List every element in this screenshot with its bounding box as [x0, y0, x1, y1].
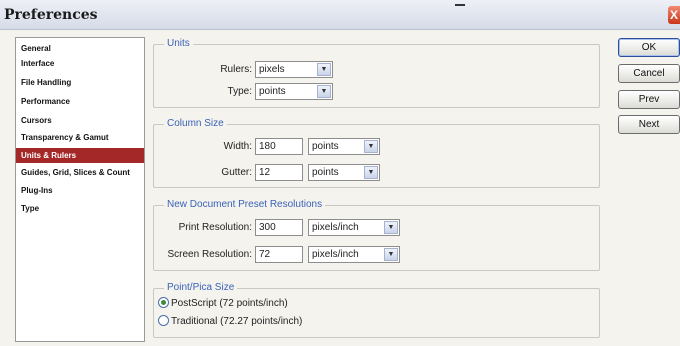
- close-button[interactable]: X: [668, 6, 680, 24]
- type-label: Type:: [227, 86, 252, 97]
- print-resolution-unit-select[interactable]: pixels/inch ▼: [308, 219, 400, 236]
- title-bar: Preferences X: [0, 0, 680, 30]
- rulers-select[interactable]: pixels ▼: [255, 61, 333, 78]
- chevron-down-icon[interactable]: ▼: [384, 221, 398, 234]
- print-resolution-label: Print Resolution:: [178, 222, 252, 233]
- gutter-label: Gutter:: [221, 167, 252, 178]
- sidebar-item-units-rulers[interactable]: Units & Rulers: [16, 148, 144, 163]
- next-button[interactable]: Next: [618, 115, 680, 134]
- type-value: points: [259, 86, 286, 97]
- point-pica-group: Point/Pica Size: [153, 282, 600, 338]
- traditional-radio-option[interactable]: Traditional (72.27 points/inch): [158, 315, 302, 329]
- sidebar-item-cursors[interactable]: Cursors: [16, 113, 144, 128]
- units-legend: Units: [164, 38, 193, 50]
- screen-resolution-input[interactable]: 72: [255, 246, 303, 263]
- screen-resolution-unit-select[interactable]: pixels/inch ▼: [308, 246, 400, 263]
- sidebar-item-transparency-gamut[interactable]: Transparency & Gamut: [16, 130, 144, 145]
- width-label: Width:: [223, 141, 252, 152]
- column-size-legend: Column Size: [164, 118, 227, 130]
- units-group: Units: [153, 38, 600, 108]
- prev-button[interactable]: Prev: [618, 90, 680, 109]
- ok-button[interactable]: OK: [618, 38, 680, 57]
- postscript-radio-option[interactable]: PostScript (72 points/inch): [158, 297, 288, 311]
- screen-resolution-unit-value: pixels/inch: [312, 249, 359, 260]
- screen-resolution-label: Screen Resolution:: [167, 249, 253, 260]
- chevron-down-icon[interactable]: ▼: [364, 166, 378, 179]
- rulers-label: Rulers:: [220, 64, 252, 75]
- sidebar-item-type[interactable]: Type: [16, 201, 144, 216]
- point-pica-legend: Point/Pica Size: [164, 282, 238, 294]
- chevron-down-icon[interactable]: ▼: [317, 63, 331, 76]
- chevron-down-icon[interactable]: ▼: [384, 248, 398, 261]
- sidebar-item-general[interactable]: General: [16, 41, 144, 56]
- sidebar-item-interface[interactable]: Interface: [16, 56, 144, 71]
- print-resolution-input[interactable]: 300: [255, 219, 303, 236]
- sidebar-item-plug-ins[interactable]: Plug-Ins: [16, 183, 144, 198]
- preferences-sidebar: General Interface File Handling Performa…: [15, 37, 145, 342]
- chevron-down-icon[interactable]: ▼: [317, 85, 331, 98]
- radio-unselected-icon[interactable]: [158, 315, 169, 326]
- chevron-down-icon[interactable]: ▼: [364, 140, 378, 153]
- postscript-label: PostScript (72 points/inch): [171, 298, 288, 309]
- preset-resolutions-legend: New Document Preset Resolutions: [164, 199, 326, 211]
- width-unit-select[interactable]: points ▼: [308, 138, 380, 155]
- radio-selected-icon[interactable]: [158, 297, 169, 308]
- width-unit-value: points: [312, 141, 339, 152]
- type-select[interactable]: points ▼: [255, 83, 333, 100]
- title-dash: [455, 4, 465, 6]
- sidebar-item-guides-grid[interactable]: Guides, Grid, Slices & Count: [16, 165, 144, 180]
- gutter-unit-select[interactable]: points ▼: [308, 164, 380, 181]
- rulers-value: pixels: [259, 64, 285, 75]
- gutter-unit-value: points: [312, 167, 339, 178]
- sidebar-item-file-handling[interactable]: File Handling: [16, 75, 144, 90]
- sidebar-item-performance[interactable]: Performance: [16, 94, 144, 109]
- traditional-label: Traditional (72.27 points/inch): [171, 316, 303, 327]
- print-resolution-unit-value: pixels/inch: [312, 222, 359, 233]
- width-input[interactable]: 180: [255, 138, 303, 155]
- window-title: Preferences: [4, 7, 98, 23]
- cancel-button[interactable]: Cancel: [618, 64, 680, 83]
- gutter-input[interactable]: 12: [255, 164, 303, 181]
